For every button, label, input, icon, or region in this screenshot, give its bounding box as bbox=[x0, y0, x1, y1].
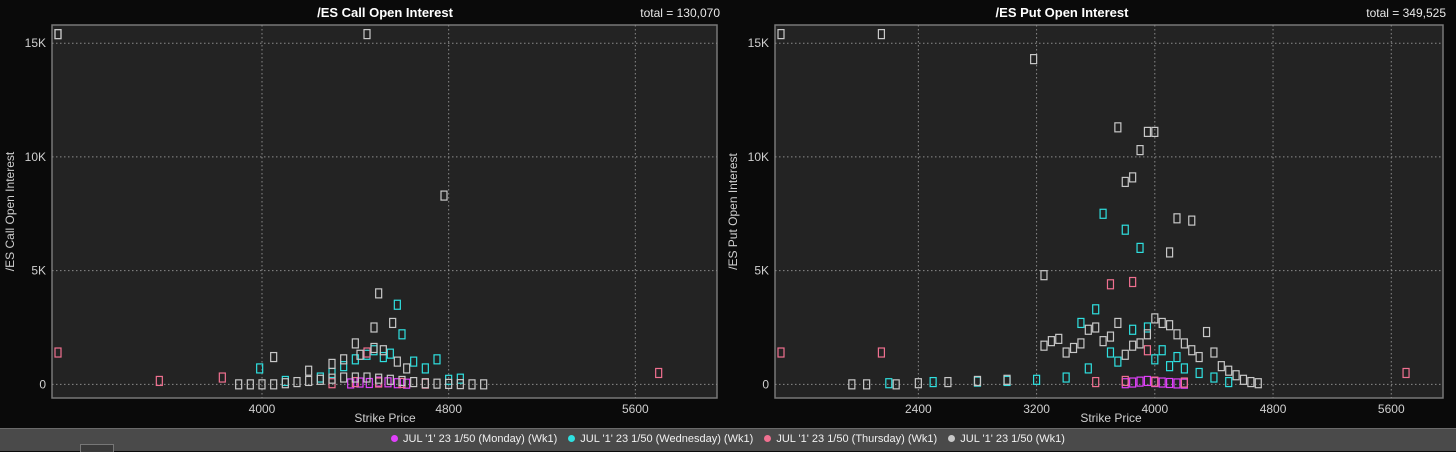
legend-dot-icon bbox=[568, 435, 576, 442]
chart-title: /ES Call Open Interest bbox=[317, 5, 453, 20]
x-tick-label: 4800 bbox=[1260, 402, 1287, 416]
x-tick-label: 5600 bbox=[622, 402, 649, 416]
legend-item-thursday[interactable]: JUL '1' 23 1/50 (Thursday) (Wk1) bbox=[764, 433, 937, 445]
chart-0: /ES Call Open Interest total = 130,070 0 5K… bbox=[3, 5, 720, 425]
y-tick-label: 0 bbox=[762, 377, 769, 391]
y-tick-label: 10K bbox=[748, 150, 769, 164]
chart-total: total = 130,070 bbox=[640, 6, 720, 20]
x-tick-label: 4000 bbox=[1141, 402, 1168, 416]
legend-item-weekly[interactable]: JUL '1' 23 1/50 (Wk1) bbox=[948, 433, 1065, 445]
y-tick-label: 5K bbox=[31, 264, 46, 278]
y-tick-label: 5K bbox=[754, 264, 769, 278]
y-tick-label: 15K bbox=[748, 36, 769, 50]
legend-dot-icon bbox=[764, 435, 772, 442]
chart-1: /ES Put Open Interest total = 349,525 0 5K 1… bbox=[726, 5, 1446, 425]
legend-item-wednesday[interactable]: JUL '1' 23 1/50 (Wednesday) (Wk1) bbox=[568, 433, 753, 445]
y-tick-label: 10K bbox=[25, 150, 46, 164]
legend-bar: JUL '1' 23 1/50 (Monday) (Wk1) JUL '1' 2… bbox=[0, 428, 1456, 452]
legend-label: JUL '1' 23 1/50 (Thursday) (Wk1) bbox=[776, 433, 938, 445]
legend-dot-icon bbox=[948, 435, 956, 442]
legend-label: JUL '1' 23 1/50 (Wednesday) (Wk1) bbox=[580, 433, 754, 445]
x-axis-label: Strike Price bbox=[1080, 411, 1142, 425]
legend-items: JUL '1' 23 1/50 (Monday) (Wk1) JUL '1' 2… bbox=[0, 433, 1456, 445]
y-tick-label: 0 bbox=[39, 377, 46, 391]
plot-area bbox=[51, 24, 718, 399]
charts-area: /ES Call Open Interest total = 130,070 0 5K… bbox=[3, 5, 1446, 425]
x-tick-label: 4800 bbox=[435, 402, 462, 416]
legend-item-monday[interactable]: JUL '1' 23 1/50 (Monday) (Wk1) bbox=[391, 433, 557, 445]
x-tick-label: 4000 bbox=[249, 402, 276, 416]
chart-title: /ES Put Open Interest bbox=[996, 5, 1130, 20]
x-tick-label: 3200 bbox=[1023, 402, 1050, 416]
legend-label: JUL '1' 23 1/50 (Wk1) bbox=[960, 433, 1065, 445]
plot-area bbox=[774, 24, 1444, 399]
legend-label: JUL '1' 23 1/50 (Monday) (Wk1) bbox=[403, 433, 558, 445]
y-axis-label: /ES Put Open Interest bbox=[726, 152, 740, 269]
x-axis-label: Strike Price bbox=[354, 411, 416, 425]
chart-total: total = 349,525 bbox=[1366, 6, 1446, 20]
x-tick-label: 5600 bbox=[1378, 402, 1405, 416]
x-tick-label: 2400 bbox=[905, 402, 932, 416]
legend-dot-icon bbox=[391, 435, 399, 442]
y-tick-label: 15K bbox=[25, 36, 46, 50]
y-axis-label: /ES Call Open Interest bbox=[3, 151, 17, 271]
